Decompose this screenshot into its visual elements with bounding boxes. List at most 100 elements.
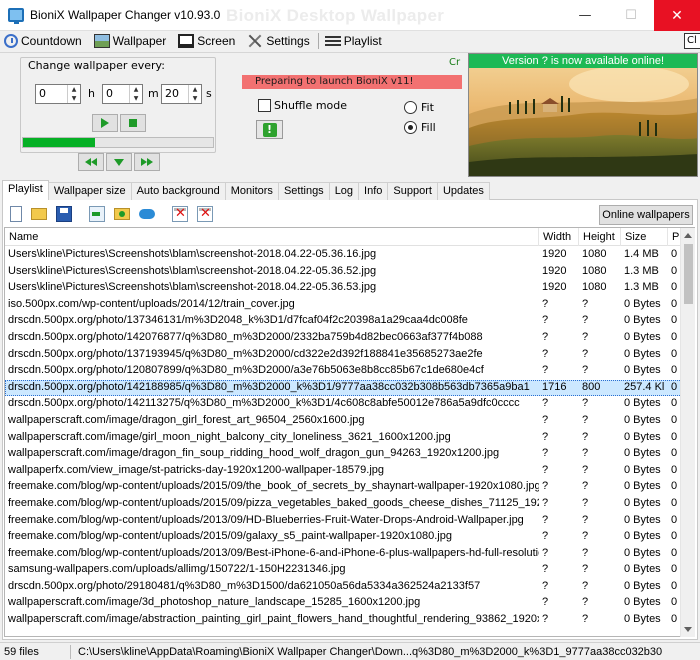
fill-label[interactable]: Fill <box>421 121 436 134</box>
online-wallpapers-button[interactable]: Online wallpapers <box>599 205 693 225</box>
title-bar: BioniX Wallpaper Changer v10.93.0 BioniX… <box>0 0 700 31</box>
tab-updates[interactable]: Updates <box>436 182 490 200</box>
menu-settings[interactable]: Settings <box>247 34 309 48</box>
hours-spin-buttons[interactable]: ▲ ▼ <box>67 85 80 103</box>
table-row[interactable]: drscdn.500px.org/photo/29180481/q%3D80_m… <box>5 579 694 596</box>
open-folder-icon[interactable] <box>31 208 47 220</box>
spin-down-icon[interactable]: ▼ <box>189 94 201 103</box>
table-row[interactable]: freemake.com/blog/wp-content/uploads/201… <box>5 546 694 563</box>
table-row[interactable]: wallpaperscraft.com/image/dragon_fin_sou… <box>5 446 694 463</box>
minimize-button[interactable]: — <box>562 0 608 31</box>
close-button[interactable]: ✕ <box>654 0 700 31</box>
menu-screen[interactable]: Screen <box>178 34 235 48</box>
tab-monitors[interactable]: Monitors <box>224 182 279 200</box>
save-icon[interactable] <box>56 206 72 222</box>
import-icon[interactable] <box>89 206 105 222</box>
hours-stepper[interactable]: 0 ▲ ▼ <box>35 84 81 104</box>
tab-auto-background[interactable]: Auto background <box>130 182 226 200</box>
table-row[interactable]: drscdn.500px.org/photo/137346131/m%3D204… <box>5 313 694 330</box>
cell-size: 0 Bytes <box>624 397 661 410</box>
tab-info[interactable]: Info <box>358 182 389 200</box>
cell-width: 1920 <box>542 281 567 294</box>
table-row[interactable]: drscdn.500px.org/photo/120807899/q%3D80_… <box>5 363 694 380</box>
tab-wallpaper-size[interactable]: Wallpaper size <box>47 182 132 200</box>
scroll-up-icon[interactable] <box>684 233 692 238</box>
info-button[interactable]: ! <box>256 120 283 139</box>
cell-height: ? <box>582 613 589 626</box>
table-row[interactable]: wallpaperscraft.com/image/girl_moon_nigh… <box>5 430 694 447</box>
next-button[interactable] <box>134 153 160 171</box>
cell-height: ? <box>582 463 589 476</box>
minutes-spin-buttons[interactable]: ▲ ▼ <box>129 85 142 103</box>
launch-status-message: Preparing to launch BioniX v11! <box>242 75 462 89</box>
table-row[interactable]: wallpaperscraft.com/image/dragon_girl_fo… <box>5 413 694 430</box>
spin-up-icon[interactable]: ▲ <box>68 85 80 94</box>
cell-name: Users\kline\Pictures\Screenshots\blam\sc… <box>8 248 377 260</box>
table-row[interactable]: wallpaperfx.com/view_image/st-patricks-d… <box>5 463 694 480</box>
hours-unit: h <box>88 87 95 100</box>
vertical-scrollbar[interactable] <box>680 228 695 637</box>
status-bar: 59 files C:\Users\kline\AppData\Roaming\… <box>0 642 700 660</box>
playlist-table[interactable]: Name Width Height Size Pla Users\kline\P… <box>4 227 695 637</box>
table-row[interactable]: drscdn.500px.org/photo/142076877/q%3D80_… <box>5 330 694 347</box>
seconds-spin-buttons[interactable]: ▲ ▼ <box>188 85 201 103</box>
table-row[interactable]: freemake.com/blog/wp-content/uploads/201… <box>5 496 694 513</box>
fit-label[interactable]: Fit <box>421 101 434 114</box>
column-height-header[interactable]: Height <box>579 228 621 246</box>
countdown-icon <box>4 34 18 48</box>
new-playlist-icon[interactable] <box>10 206 22 222</box>
column-size-header[interactable]: Size <box>621 228 668 246</box>
table-row[interactable]: iso.500px.com/wp-content/uploads/2014/12… <box>5 297 694 314</box>
menu-wallpaper[interactable]: Wallpaper <box>93 34 166 48</box>
scroll-thumb[interactable] <box>684 244 693 304</box>
tab-log[interactable]: Log <box>328 182 360 200</box>
table-row[interactable]: drscdn.500px.org/photo/137193945/q%3D80_… <box>5 347 694 364</box>
table-row[interactable]: drscdn.500px.org/photo/142188985/q%3D80_… <box>5 379 694 397</box>
table-row[interactable]: Users\kline\Pictures\Screenshots\blam\sc… <box>5 264 694 281</box>
spin-down-icon[interactable]: ▼ <box>130 94 142 103</box>
cell-size: 1.4 MB <box>624 248 659 260</box>
table-row[interactable]: freemake.com/blog/wp-content/uploads/201… <box>5 513 694 530</box>
stop-button[interactable] <box>120 114 146 132</box>
spin-up-icon[interactable]: ▲ <box>130 85 142 94</box>
fit-radio[interactable] <box>404 101 417 114</box>
table-row[interactable]: Users\kline\Pictures\Screenshots\blam\sc… <box>5 247 694 264</box>
table-row[interactable]: drscdn.500px.org/photo/142113275/q%3D80_… <box>5 396 694 413</box>
add-folder-icon[interactable] <box>114 208 130 220</box>
table-row[interactable]: samsung-wallpapers.com/uploads/allimg/15… <box>5 562 694 579</box>
table-row[interactable]: Users\kline\Pictures\Screenshots\blam\sc… <box>5 280 694 297</box>
spin-down-icon[interactable]: ▼ <box>68 94 80 103</box>
table-row[interactable]: wallpaperscraft.com/image/3d_photoshop_n… <box>5 595 694 612</box>
column-width-header[interactable]: Width <box>539 228 579 246</box>
minutes-stepper[interactable]: 0 ▲ ▼ <box>102 84 143 104</box>
tab-settings[interactable]: Settings <box>277 182 330 200</box>
table-row[interactable]: freemake.com/blog/wp-content/uploads/201… <box>5 529 694 546</box>
update-banner[interactable]: Version ? is now available online! <box>469 54 697 68</box>
shuffle-checkbox[interactable] <box>258 99 271 112</box>
menu-down-button[interactable] <box>106 153 132 171</box>
cell-size: 0 Bytes <box>624 347 661 360</box>
column-name-header[interactable]: Name <box>5 228 539 246</box>
seconds-stepper[interactable]: 20 ▲ ▼ <box>161 84 202 104</box>
menu-playlist[interactable]: Playlist <box>324 34 382 48</box>
spin-up-icon[interactable]: ▲ <box>189 85 201 94</box>
fill-radio[interactable] <box>404 121 417 134</box>
wallpaper-preview[interactable]: Version ? is now available online! <box>468 53 698 177</box>
previous-button[interactable] <box>78 153 104 171</box>
tab-support[interactable]: Support <box>387 182 438 200</box>
cell-name: samsung-wallpapers.com/uploads/allimg/15… <box>8 563 346 576</box>
shuffle-label[interactable]: Shuffle mode <box>274 99 347 112</box>
tab-playlist[interactable]: Playlist <box>2 180 49 200</box>
play-button[interactable] <box>92 114 118 132</box>
table-row[interactable]: wallpaperscraft.com/image/abstraction_pa… <box>5 612 694 629</box>
table-row[interactable]: freemake.com/blog/wp-content/uploads/201… <box>5 479 694 496</box>
maximize-button[interactable]: ☐ <box>608 0 654 31</box>
cloud-download-icon[interactable] <box>139 209 155 219</box>
cell-size: 0 Bytes <box>624 613 661 626</box>
remove-all-icon[interactable] <box>197 206 213 222</box>
remove-selected-icon[interactable] <box>172 206 188 222</box>
cell-size: 0 Bytes <box>624 546 661 559</box>
cell-size: 1.3 MB <box>624 264 659 277</box>
scroll-down-icon[interactable] <box>684 627 692 632</box>
menu-countdown[interactable]: Countdown <box>4 34 82 48</box>
